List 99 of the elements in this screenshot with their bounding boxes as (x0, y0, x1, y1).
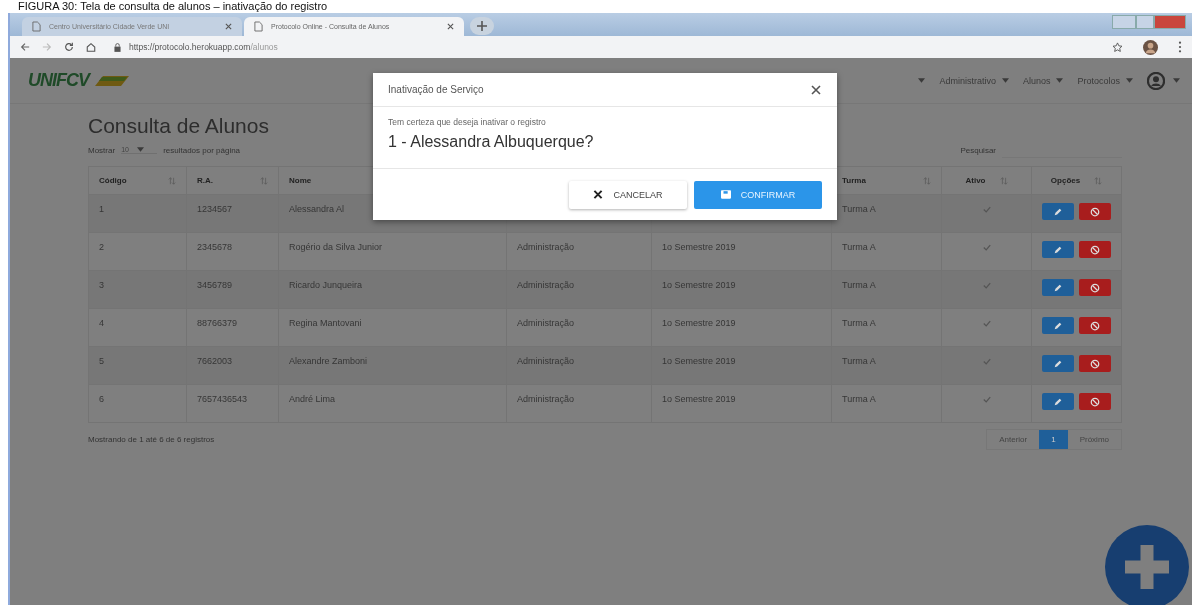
lock-icon (114, 42, 121, 52)
table-cell-text: Alexandre Zamboni (289, 356, 368, 368)
table-cell-text: 2 (99, 242, 104, 254)
logo[interactable]: UNIFCV (28, 70, 129, 91)
table-cell-text: André Lima (289, 394, 336, 406)
table-cell-text: Regina Mantovani (289, 318, 362, 330)
edit-button[interactable] (1042, 355, 1074, 372)
table-cell-text: 6 (99, 394, 104, 406)
deactivate-button[interactable] (1079, 241, 1111, 258)
caret-icon (1126, 78, 1133, 83)
deactivate-button[interactable] (1079, 317, 1111, 334)
table-cell-text: 1o Semestre 2019 (662, 280, 736, 292)
table-cell-text: Turma A (842, 318, 876, 330)
table-cell-text: Administração (517, 356, 575, 368)
home-icon[interactable] (86, 42, 96, 52)
save-icon (720, 190, 731, 199)
table-cell-text: Administração (517, 242, 575, 254)
table-cell-text: Ricardo Junqueira (289, 280, 363, 292)
ban-icon (1090, 320, 1100, 331)
search-label: Pesquisar (960, 145, 996, 155)
edit-button[interactable] (1042, 393, 1074, 410)
close-icon[interactable] (447, 23, 454, 30)
edit-button[interactable] (1042, 279, 1074, 296)
caret-icon (136, 147, 144, 152)
pencil-icon (1053, 244, 1063, 255)
records-info: Mostrando de 1 até 6 de 6 registros (88, 435, 215, 444)
table-cell-text: Administração (517, 280, 575, 292)
close-icon[interactable] (225, 23, 232, 30)
page-icon (254, 21, 263, 32)
nav-menu[interactable]: Alunos (1022, 75, 1064, 86)
table-cell-text: Rogério da Silva Junior (289, 242, 383, 254)
ban-icon (1090, 282, 1100, 293)
record-name: 1 - Alessandra Albuquerque? (388, 133, 595, 151)
table-cell-text: 1o Semestre 2019 (662, 318, 736, 330)
deactivate-button[interactable] (1079, 355, 1111, 372)
table-cell-text: 1o Semestre 2019 (662, 394, 736, 406)
column-header[interactable]: Ativo (965, 176, 986, 185)
table-cell-text: 1o Semestre 2019 (662, 356, 736, 368)
table-cell-text: 7662003 (197, 356, 233, 368)
edit-button[interactable] (1042, 241, 1074, 258)
ban-icon (1090, 206, 1100, 217)
table-cell-text: 5 (99, 356, 104, 368)
column-header[interactable]: Opções (1050, 176, 1081, 185)
user-icon[interactable] (1147, 71, 1165, 90)
page-icon (32, 21, 41, 32)
deactivate-button[interactable] (1079, 203, 1111, 220)
edit-button[interactable] (1042, 317, 1074, 334)
figure-caption: FIGURA 30: Tela de consulta de alunos – inativação do registro (18, 0, 328, 13)
reload-icon[interactable] (64, 42, 74, 52)
pencil-icon (1053, 206, 1063, 217)
ban-icon (1090, 396, 1100, 407)
table-cell-text: 1234567 (197, 204, 233, 216)
pencil-icon (1053, 282, 1063, 293)
pencil-icon (1053, 358, 1063, 369)
menu-icon[interactable] (1178, 41, 1182, 53)
show-label: resultados por página (163, 145, 241, 155)
table-cell-text: 7657436543 (197, 394, 248, 406)
ban-icon (1090, 358, 1100, 369)
pencil-icon (1053, 396, 1063, 407)
add-button[interactable] (1105, 525, 1189, 605)
table-cell-text: 88766379 (197, 318, 238, 330)
table-cell-text: Turma A (842, 394, 876, 406)
page-title: Consulta de Alunos (88, 114, 269, 138)
column-header[interactable]: Código (99, 176, 127, 185)
caret-icon (1056, 78, 1064, 83)
table-cell-text: Turma A (842, 242, 876, 254)
table-cell-text: 1o Semestre 2019 (662, 242, 736, 254)
close-icon (593, 190, 604, 199)
window-controls[interactable] (1112, 15, 1186, 29)
pagination-button[interactable]: 1 (1039, 430, 1068, 449)
back-icon[interactable] (20, 42, 30, 52)
table-cell-text: Administração (517, 318, 575, 330)
ban-icon (1090, 244, 1100, 255)
pencil-icon (1053, 320, 1063, 331)
caret-icon[interactable] (1173, 78, 1180, 83)
caret-icon (1001, 78, 1009, 83)
deactivate-button[interactable] (1079, 393, 1111, 410)
table-cell-text: 4 (99, 318, 104, 330)
column-header[interactable]: R.A. (197, 176, 213, 185)
table-cell-text: 2345678 (197, 242, 233, 254)
dialog-title: Inativação de Serviço (388, 84, 484, 95)
column-header[interactable]: Nome (289, 176, 312, 185)
nav-menu[interactable]: Administrativo (939, 75, 1009, 86)
nav-menu[interactable]: Protocolos (1077, 75, 1133, 86)
profile-avatar-icon[interactable] (1143, 39, 1158, 55)
new-tab-icon[interactable] (470, 17, 494, 35)
column-header[interactable]: Turma (842, 176, 866, 185)
deactivate-button[interactable] (1079, 279, 1111, 296)
show-label: Mostrar (88, 145, 116, 155)
caret-icon[interactable] (918, 78, 926, 83)
confirm-button[interactable]: CONFIRMAR (694, 180, 822, 209)
table-cell-text: 3456789 (197, 280, 233, 292)
table-cell-text: Administração (517, 394, 575, 406)
edit-button[interactable] (1042, 203, 1074, 220)
dialog-message: Tem certeza que deseja inativar o registro (388, 117, 547, 127)
star-icon[interactable] (1112, 41, 1123, 53)
table-cell-text: 1 (99, 204, 104, 216)
cancel-button[interactable]: CANCELAR (569, 180, 687, 209)
close-icon[interactable] (811, 84, 821, 95)
